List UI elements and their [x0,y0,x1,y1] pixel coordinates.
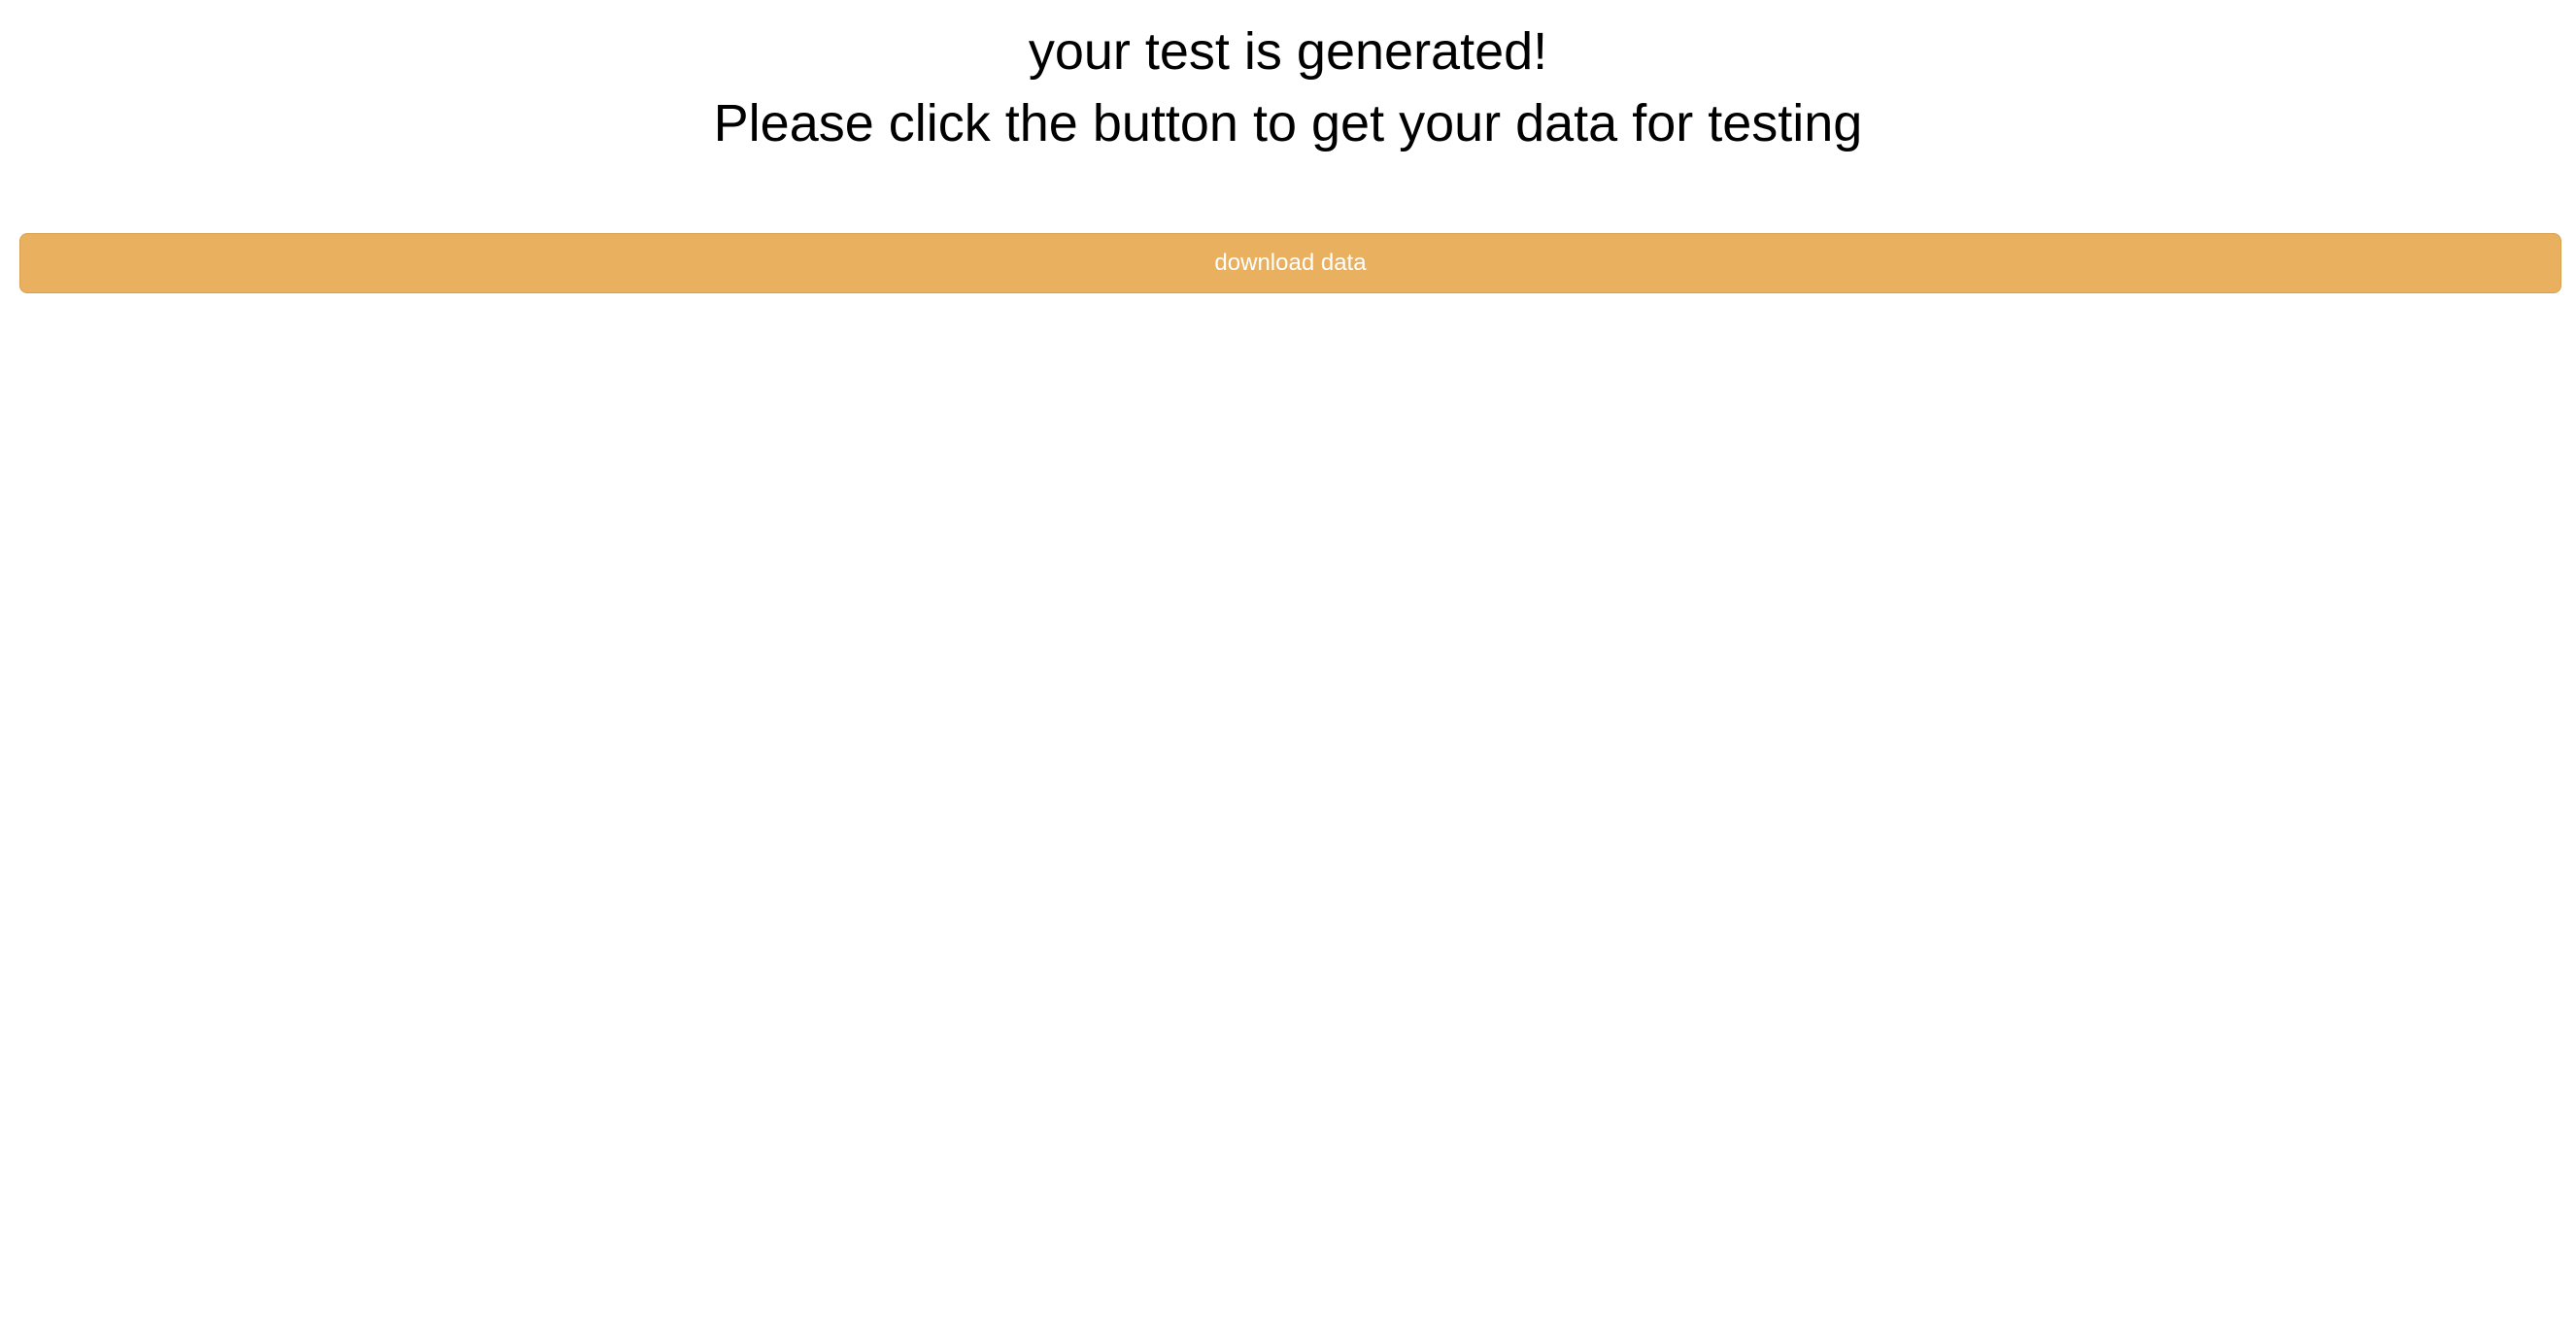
page-title: your test is generated! [1028,22,1548,81]
test-generated-page: your test is generated! Please click the… [0,0,2576,1317]
page-instruction: Please click the button to get your data… [713,94,1863,152]
download-data-button[interactable]: download data [19,233,2561,293]
